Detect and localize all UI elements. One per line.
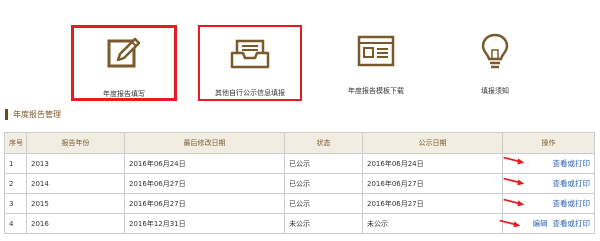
cell-modified: 2016年06月27日 bbox=[124, 173, 285, 194]
browser-template-icon bbox=[355, 31, 397, 75]
red-arrow-icon bbox=[503, 177, 525, 186]
cell-status: 已公示 bbox=[284, 153, 363, 174]
red-arrow-icon bbox=[503, 198, 525, 207]
view-print-link[interactable]: 查看或打印 bbox=[553, 219, 591, 228]
col-header-actions: 操作 bbox=[502, 132, 595, 154]
tile-label: 年度报告模板下载 bbox=[348, 87, 404, 95]
instructions-button[interactable]: 填报须知 bbox=[450, 25, 540, 101]
cell-no: 1 bbox=[4, 153, 27, 174]
cell-no: 4 bbox=[4, 213, 27, 234]
red-arrow-icon bbox=[503, 156, 525, 165]
tile-label: 年度报告填写 bbox=[103, 90, 145, 98]
lightbulb-icon bbox=[478, 31, 512, 77]
cell-pub-date: 未公示 bbox=[362, 213, 503, 234]
cell-no: 3 bbox=[4, 193, 27, 214]
section-heading: 年度报告管理 bbox=[5, 108, 61, 120]
inbox-tray-icon bbox=[229, 33, 271, 77]
col-header-pub-date: 公示日期 bbox=[362, 132, 503, 154]
cell-year: 2016 bbox=[26, 213, 125, 234]
section-title: 年度报告管理 bbox=[13, 109, 61, 119]
cell-modified: 2016年12月31日 bbox=[124, 213, 285, 234]
col-header-year: 报告年份 bbox=[26, 132, 125, 154]
cell-status: 已公示 bbox=[284, 173, 363, 194]
cell-status: 未公示 bbox=[284, 213, 363, 234]
annual-report-fill-button[interactable]: 年度报告填写 bbox=[71, 25, 177, 101]
cell-year: 2013 bbox=[26, 153, 125, 174]
cell-year: 2015 bbox=[26, 193, 125, 214]
cell-year: 2014 bbox=[26, 173, 125, 194]
tile-label: 其他自行公示信息填报 bbox=[215, 89, 285, 97]
cell-modified: 2016年06月27日 bbox=[124, 193, 285, 214]
cell-no: 2 bbox=[4, 173, 27, 194]
view-print-link[interactable]: 查看或打印 bbox=[553, 199, 591, 208]
other-disclosure-button[interactable]: 其他自行公示信息填报 bbox=[198, 25, 302, 101]
cell-modified: 2016年06月24日 bbox=[124, 153, 285, 174]
section-marker bbox=[5, 108, 8, 120]
cell-pub-date: 2016年06月27日 bbox=[362, 173, 503, 194]
cell-pub-date: 2016年06月24日 bbox=[362, 153, 503, 174]
view-print-link[interactable]: 查看或打印 bbox=[553, 179, 591, 188]
col-header-no: 序号 bbox=[4, 132, 27, 154]
table-header-row: 序号 报告年份 最后修改日期 状态 公示日期 操作 bbox=[4, 132, 595, 154]
edit-link[interactable]: 编辑 bbox=[533, 219, 548, 228]
cell-status: 已公示 bbox=[284, 193, 363, 214]
view-print-link[interactable]: 查看或打印 bbox=[553, 159, 591, 168]
red-arrow-icon bbox=[499, 219, 521, 228]
cell-pub-date: 2016年06月27日 bbox=[362, 193, 503, 214]
col-header-status: 状态 bbox=[284, 132, 363, 154]
tile-label: 填报须知 bbox=[481, 87, 509, 95]
pencil-edit-icon bbox=[104, 34, 144, 78]
template-download-button[interactable]: 年度报告模板下载 bbox=[325, 25, 427, 101]
col-header-modified: 最后修改日期 bbox=[124, 132, 285, 154]
